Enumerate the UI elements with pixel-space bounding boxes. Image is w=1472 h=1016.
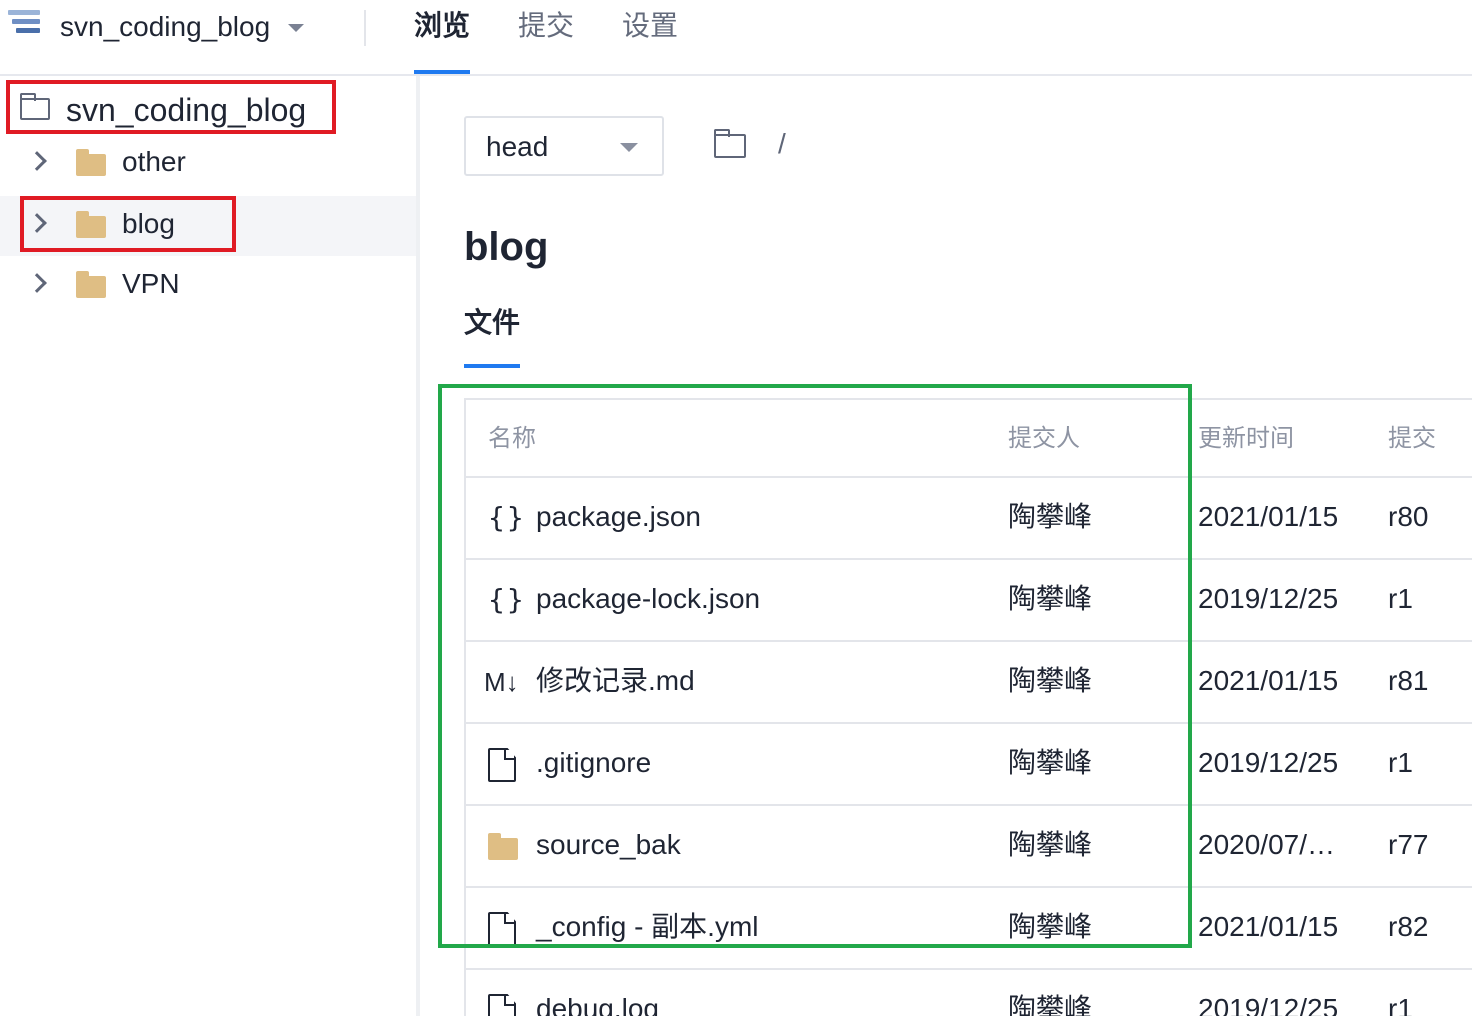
app-logo-icon[interactable] [8,10,40,40]
file-icon [488,994,516,1016]
repo-selector-label[interactable]: svn_coding_blog [60,8,270,46]
updated-date: 2021/01/15 [1198,501,1339,532]
table-row[interactable]: debug.log 陶攀峰 2019/12/25 r1 [466,970,1472,1016]
tab-browse[interactable]: 浏览 [414,6,470,46]
top-bar: svn_coding_blog 浏览 提交 设置 [0,0,1472,76]
folder-icon [76,271,106,298]
chevron-right-icon[interactable] [27,151,47,171]
page-title: blog [464,225,549,269]
highlight-box-blog [20,196,236,252]
folder-icon [76,149,106,176]
updated-date: 2019/12/25 [1198,993,1339,1016]
author: 陶攀峰 [1008,993,1093,1016]
file-name-link[interactable]: debug.log [536,990,659,1016]
highlight-box-files [438,384,1192,948]
tab-settings[interactable]: 设置 [622,6,678,46]
active-tab-indicator [414,70,470,74]
updated-date: 2019/12/25 [1198,583,1339,614]
branch-select-value: head [486,131,549,162]
revision-link[interactable]: r81 [1388,662,1428,700]
revision-link[interactable]: r1 [1388,990,1413,1016]
revision-link[interactable]: r1 [1388,580,1413,618]
tree-item-vpn[interactable]: VPN [0,256,416,316]
tab-files[interactable]: 文件 [464,304,520,342]
updated-date: 2019/12/25 [1198,747,1339,778]
highlight-box-root [6,80,336,134]
tree-item-other[interactable]: other [0,134,416,194]
divider [364,10,366,46]
folder-outline-icon[interactable] [714,129,746,158]
chevron-down-icon [620,143,638,152]
column-header-revision: 提交 [1388,425,1436,452]
breadcrumb-separator: / [778,128,786,159]
chevron-right-icon[interactable] [27,273,47,293]
updated-date: 2020/07/… [1198,829,1335,860]
updated-date: 2021/01/15 [1198,911,1339,942]
active-tab-indicator [464,364,520,368]
revision-link[interactable]: r80 [1388,498,1428,536]
branch-select[interactable]: head [464,116,664,176]
column-header-updated: 更新时间 [1198,425,1294,452]
tree-item-label: VPN [122,268,180,299]
updated-date: 2021/01/15 [1198,665,1339,696]
chevron-down-icon[interactable] [288,24,304,32]
tree-item-label: other [122,146,186,177]
revision-link[interactable]: r77 [1388,826,1428,864]
revision-link[interactable]: r82 [1388,908,1428,946]
tab-commits[interactable]: 提交 [518,6,574,46]
revision-link[interactable]: r1 [1388,744,1413,782]
sidebar-divider[interactable] [416,76,420,1016]
